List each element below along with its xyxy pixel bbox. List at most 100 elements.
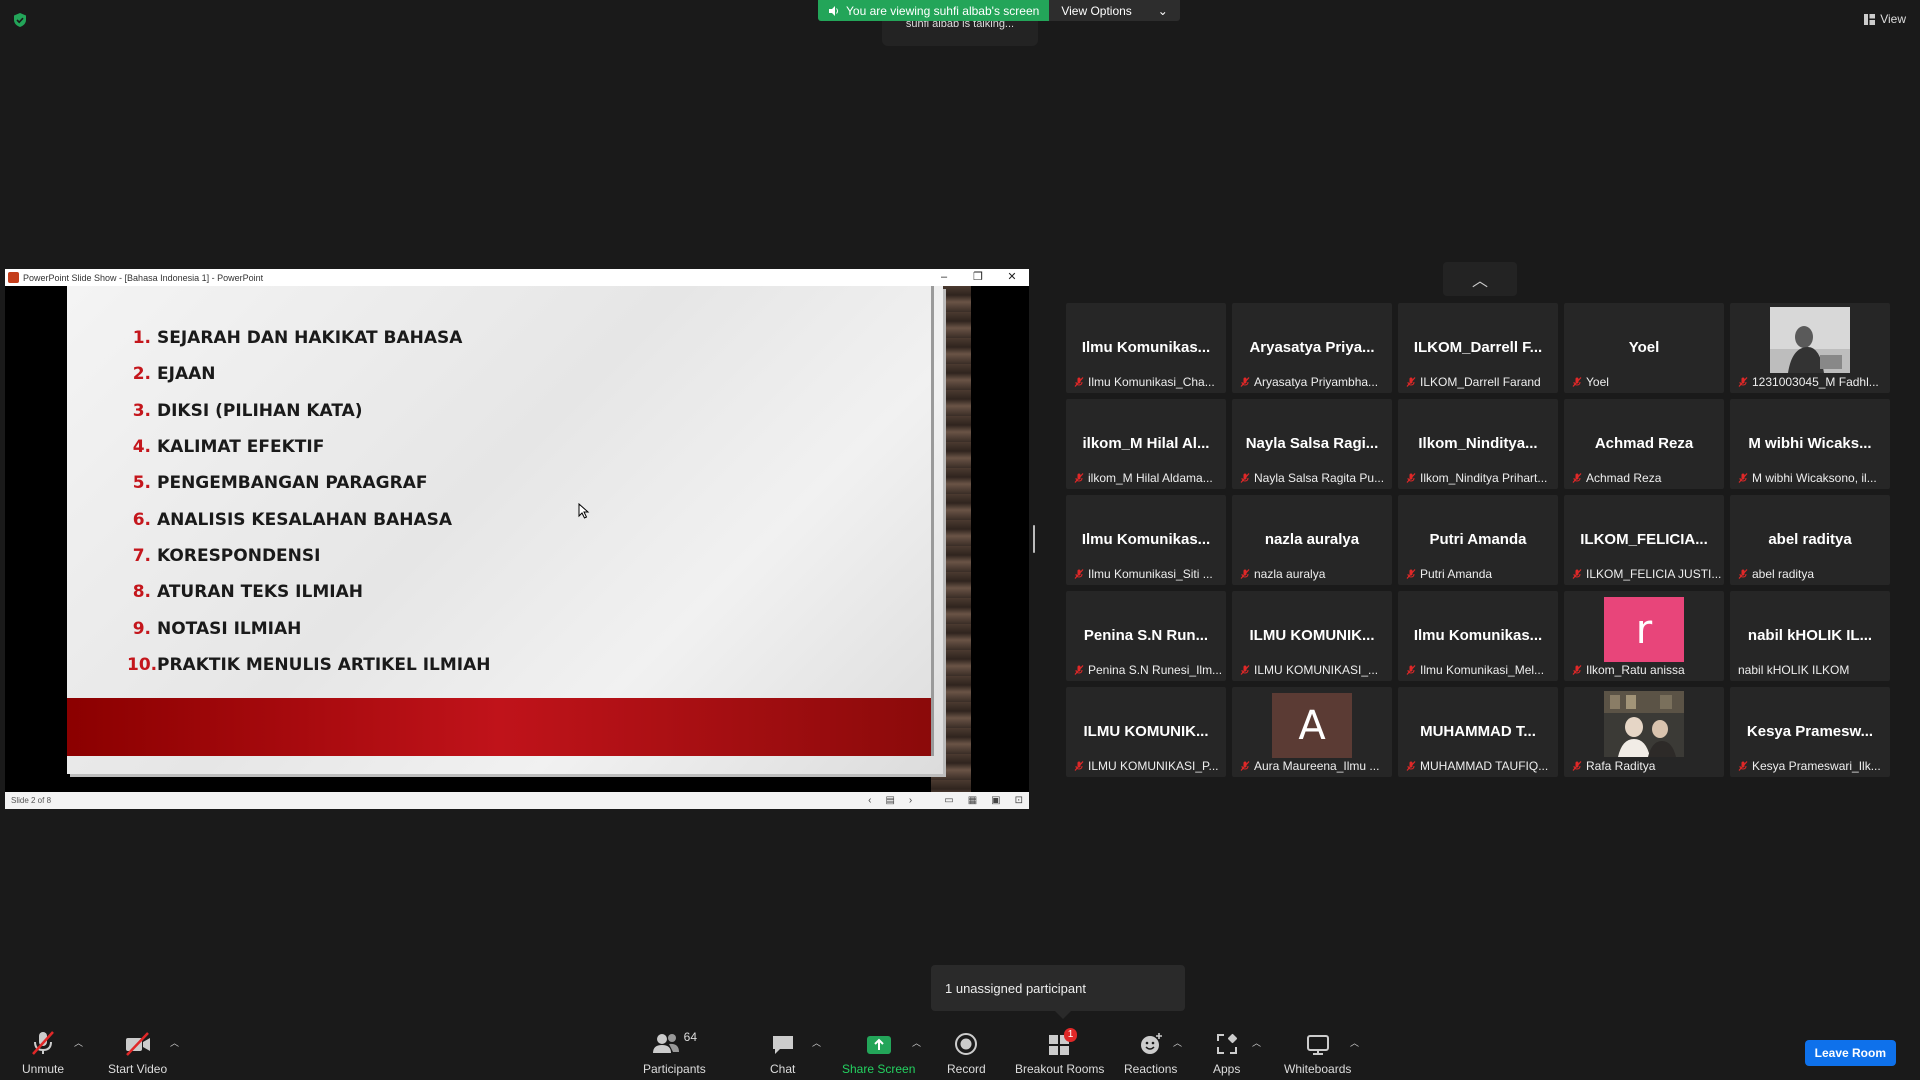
slide-topic-text: ATURAN TEKS ILMIAH: [157, 582, 363, 603]
participant-label-text: ILMU KOMUNIKASI_P...: [1088, 759, 1219, 773]
record-label: Record: [947, 1062, 986, 1076]
participant-tile[interactable]: MUHAMMAD T... MUHAMMAD TAUFIQ...: [1398, 687, 1558, 777]
next-slide-icon[interactable]: ›: [909, 795, 912, 806]
participant-name: nabil kHOLIK IL...: [1747, 627, 1873, 644]
mic-muted-icon: [1572, 665, 1582, 675]
chat-options-caret[interactable]: ︿: [812, 1036, 821, 1049]
participant-name: ILKOM_Darrell F...: [1413, 339, 1543, 356]
participant-tile[interactable]: Nayla Salsa Ragi... Nayla Salsa Ragita Pu…: [1232, 399, 1392, 489]
participant-tile[interactable]: Putri Amanda Putri Amanda: [1398, 495, 1558, 585]
panel-resize-handle[interactable]: [1033, 525, 1035, 553]
reactions-button[interactable]: Reactions: [1124, 1030, 1177, 1076]
participant-label: Ilmu Komunikasi_Siti ...: [1074, 567, 1213, 581]
shared-screen-powerpoint[interactable]: PowerPoint Slide Show - [Bahasa Indonesi…: [5, 269, 1029, 809]
participant-tile[interactable]: Aryasatya Priya... Aryasatya Priyambha...: [1232, 303, 1392, 393]
start-video-button[interactable]: Start Video: [108, 1030, 167, 1076]
participant-tile[interactable]: Kesya Pramesw... Kesya Prameswari_Ilk...: [1730, 687, 1890, 777]
slide-topic-text: NOTASI ILMIAH: [157, 618, 302, 639]
participant-tile[interactable]: Ilmu Komunikas... Ilmu Komunikasi_Cha...: [1066, 303, 1226, 393]
participant-label: Ilmu Komunikasi_Mel...: [1406, 663, 1544, 677]
participant-label: Nayla Salsa Ragita Pu...: [1240, 471, 1384, 485]
slide-topic-item: 1. SEJARAH DAN HAKIKAT BAHASA: [127, 320, 491, 356]
record-icon: [955, 1033, 978, 1055]
apps-button[interactable]: Apps: [1213, 1030, 1240, 1076]
participant-tile[interactable]: 1231003045_M Fadhl...: [1730, 303, 1890, 393]
participant-name: MUHAMMAD T...: [1420, 723, 1536, 740]
participant-tile[interactable]: r Ilkom_Ratu anissa: [1564, 591, 1724, 681]
participant-label-text: Aryasatya Priyambha...: [1254, 375, 1379, 389]
participant-tile[interactable]: Yoel Yoel: [1564, 303, 1724, 393]
slide-topic-number: 3.: [132, 400, 151, 421]
participant-name: ilkom_M Hilal Al...: [1082, 435, 1210, 452]
share-screen-button[interactable]: Share Screen: [842, 1030, 915, 1076]
participant-tile[interactable]: ILKOM_FELICIA... ILKOM_FELICIA JUSTI...: [1564, 495, 1724, 585]
participant-label: 1231003045_M Fadhl...: [1738, 375, 1879, 389]
participant-name: Putri Amanda: [1429, 531, 1527, 548]
participant-tile[interactable]: abel raditya abel raditya: [1730, 495, 1890, 585]
leave-room-button[interactable]: Leave Room: [1804, 1040, 1896, 1066]
participant-tile[interactable]: Ilkom_Ninditya... Ilkom_Ninditya Prihart.…: [1398, 399, 1558, 489]
view-button[interactable]: View: [1864, 12, 1906, 26]
participant-tile[interactable]: Ilmu Komunikas... Ilmu Komunikasi_Mel...: [1398, 591, 1558, 681]
slide-edge: [931, 286, 934, 756]
whiteboards-options-caret[interactable]: ︿: [1350, 1036, 1359, 1049]
apps-icon: [1216, 1033, 1237, 1054]
mic-muted-icon: [1572, 761, 1582, 771]
share-options-caret[interactable]: ︿: [912, 1036, 921, 1049]
participant-tile[interactable]: nabil kHOLIK IL... nabil kHOLIK ILKOM: [1730, 591, 1890, 681]
participant-tile[interactable]: A Aura Maureena_Ilmu ...: [1232, 687, 1392, 777]
slide-red-band: [67, 698, 931, 756]
slide-topic-item: 10. PRAKTIK MENULIS ARTIKEL ILMIAH: [127, 647, 491, 683]
participant-tile[interactable]: ilkom_M Hilal Al... ilkom_M Hilal Aldama.…: [1066, 399, 1226, 489]
minimize-icon[interactable]: –: [927, 269, 961, 286]
slideshow-icon[interactable]: ⊡: [1015, 795, 1023, 806]
participant-tile[interactable]: nazla auralya nazla auralya: [1232, 495, 1392, 585]
restore-icon[interactable]: ❐: [961, 269, 995, 286]
participant-label-text: 1231003045_M Fadhl...: [1752, 375, 1879, 389]
participant-tile[interactable]: ILKOM_Darrell F... ILKOM_Darrell Farand: [1398, 303, 1558, 393]
participant-tile[interactable]: Ilmu Komunikas... Ilmu Komunikasi_Siti ..…: [1066, 495, 1226, 585]
collapse-gallery-button[interactable]: ︿: [1443, 262, 1517, 296]
participant-tile[interactable]: Achmad Reza Achmad Reza: [1564, 399, 1724, 489]
participant-tile[interactable]: M wibhi Wicaks... M wibhi Wicaksono, il..…: [1730, 399, 1890, 489]
prev-slide-icon[interactable]: ‹: [868, 795, 871, 806]
reactions-options-caret[interactable]: ︿: [1173, 1036, 1182, 1049]
slide-sorter-icon[interactable]: ▦: [968, 795, 977, 806]
participant-label: Achmad Reza: [1572, 471, 1661, 485]
record-button[interactable]: Record: [947, 1030, 986, 1076]
video-options-caret[interactable]: ︿: [170, 1036, 179, 1049]
viewing-notice: You are viewing suhfi albab's screen: [818, 0, 1050, 21]
participants-button[interactable]: 64 Participants: [643, 1030, 706, 1076]
whiteboards-button[interactable]: Whiteboards: [1284, 1030, 1351, 1076]
participant-tile[interactable]: ILMU KOMUNIK... ILMU KOMUNIKASI_...: [1232, 591, 1392, 681]
slide-topic-list: 1. SEJARAH DAN HAKIKAT BAHASA 2. EJAAN 3. DIK…: [127, 320, 491, 683]
view-options-button[interactable]: View Options ⌄: [1049, 0, 1180, 21]
participant-label: ILMU KOMUNIKASI_...: [1240, 663, 1378, 677]
reading-view-icon[interactable]: ▣: [991, 795, 1000, 806]
participant-label-text: nabil kHOLIK ILKOM: [1738, 663, 1850, 677]
apps-options-caret[interactable]: ︿: [1252, 1036, 1261, 1049]
participant-label-text: Penina S.N Runesi_Ilm...: [1088, 663, 1223, 677]
mic-muted-icon: [1240, 473, 1250, 483]
participant-tile[interactable]: Penina S.N Run... Penina S.N Runesi_Ilm..…: [1066, 591, 1226, 681]
participant-label-text: Ilkom_Ninditya Prihart...: [1420, 471, 1548, 485]
participant-label-text: Ilmu Komunikasi_Siti ...: [1088, 567, 1213, 581]
reactions-label: Reactions: [1124, 1062, 1178, 1076]
breakout-rooms-button[interactable]: 1 Breakout Rooms: [1015, 1028, 1104, 1076]
normal-view-icon[interactable]: ▭: [944, 795, 953, 806]
speaker-icon: [829, 5, 838, 16]
participant-label-text: Ilmu Komunikasi_Cha...: [1088, 375, 1215, 389]
security-shield-icon[interactable]: [12, 12, 28, 28]
unmute-button[interactable]: Unmute: [22, 1030, 64, 1076]
participant-video: [1770, 307, 1850, 373]
participant-label-text: ILKOM_Darrell Farand: [1420, 375, 1541, 389]
participant-label: ILKOM_Darrell Farand: [1406, 375, 1541, 389]
participant-tile[interactable]: ILMU KOMUNIK... ILMU KOMUNIKASI_P...: [1066, 687, 1226, 777]
mic-muted-icon: [1240, 665, 1250, 675]
participant-name: Aryasatya Priya...: [1249, 339, 1375, 356]
participant-tile[interactable]: Rafa Raditya: [1564, 687, 1724, 777]
close-icon[interactable]: ✕: [995, 269, 1029, 286]
audio-options-caret[interactable]: ︿: [74, 1036, 83, 1049]
chat-button[interactable]: Chat: [770, 1030, 795, 1076]
slide-menu-icon[interactable]: ▤: [885, 795, 894, 806]
